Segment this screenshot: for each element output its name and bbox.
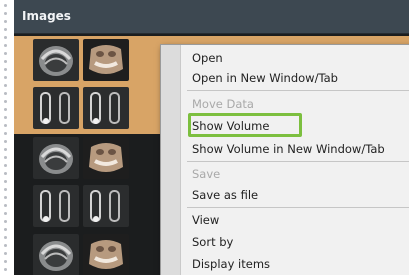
rail-dot	[4, 108, 7, 111]
menu-separator	[187, 90, 409, 91]
rail-dot	[4, 76, 7, 79]
rail-dot	[4, 28, 7, 31]
rail-dot	[4, 188, 7, 191]
rail-dot	[4, 204, 7, 207]
rail-dot	[4, 68, 7, 71]
menu-separator	[187, 207, 409, 208]
rail-dot	[4, 44, 7, 47]
rail-dot	[4, 220, 7, 223]
dental-panoramic-slice-thumbnail[interactable]	[33, 234, 79, 275]
rail-dot	[4, 172, 7, 175]
rail-dot	[4, 180, 7, 183]
tooth-cross-section-thumbnail[interactable]	[83, 185, 129, 227]
images-panel: Images Open Open in New Window/Tab Move …	[14, 0, 409, 275]
images-titlebar: Images	[14, 0, 409, 34]
menu-item-move-data: Move Data	[192, 97, 254, 111]
menu-item-open-new-window[interactable]: Open in New Window/Tab	[192, 71, 338, 85]
rail-dot	[4, 84, 7, 87]
skull-3d-render-thumbnail[interactable]	[83, 39, 129, 81]
rail-dot	[4, 196, 7, 199]
context-menu: Open Open in New Window/Tab Move Data Sh…	[160, 44, 409, 275]
rail-dot	[4, 36, 7, 39]
rail-dot	[4, 100, 7, 103]
rail-dot	[4, 12, 7, 15]
left-dotted-rail	[0, 0, 12, 275]
rail-dot	[4, 156, 7, 159]
skull-3d-render-thumbnail[interactable]	[83, 234, 129, 275]
rail-dot	[4, 124, 7, 127]
skull-3d-render-thumbnail[interactable]	[83, 137, 129, 179]
menu-item-sort-by[interactable]: Sort by	[192, 235, 233, 249]
menu-icon-gutter	[161, 45, 181, 275]
rail-dot	[4, 20, 7, 23]
rail-dot	[4, 60, 7, 63]
rail-dot	[4, 252, 7, 255]
rail-dot	[4, 268, 7, 271]
menu-item-save: Save	[192, 167, 221, 181]
menu-item-display-items[interactable]: Display items	[192, 257, 270, 271]
menu-item-view[interactable]: View	[192, 213, 219, 227]
tooth-cross-section-thumbnail[interactable]	[33, 87, 79, 129]
menu-item-show-volume-new-window[interactable]: Show Volume in New Window/Tab	[192, 142, 385, 156]
menu-item-open[interactable]: Open	[192, 51, 223, 65]
rail-dot	[4, 116, 7, 119]
rail-dot	[4, 260, 7, 263]
rail-dot	[4, 236, 7, 239]
menu-item-save-as-file[interactable]: Save as file	[192, 188, 258, 202]
tooth-cross-section-thumbnail[interactable]	[83, 87, 129, 129]
panel-title: Images	[22, 9, 71, 23]
tooth-cross-section-thumbnail[interactable]	[33, 185, 79, 227]
rail-dot	[4, 52, 7, 55]
rail-dot	[4, 164, 7, 167]
menu-item-show-volume[interactable]: Show Volume	[192, 119, 269, 133]
rail-dot	[4, 4, 7, 7]
dental-panoramic-slice-thumbnail[interactable]	[33, 39, 79, 81]
rail-dot	[4, 244, 7, 247]
rail-dot	[4, 140, 7, 143]
rail-dot	[4, 148, 7, 151]
rail-dot	[4, 132, 7, 135]
rail-dot	[4, 92, 7, 95]
dental-panoramic-slice-thumbnail[interactable]	[33, 137, 79, 179]
rail-dot	[4, 228, 7, 231]
menu-separator	[187, 161, 409, 162]
rail-dot	[4, 212, 7, 215]
